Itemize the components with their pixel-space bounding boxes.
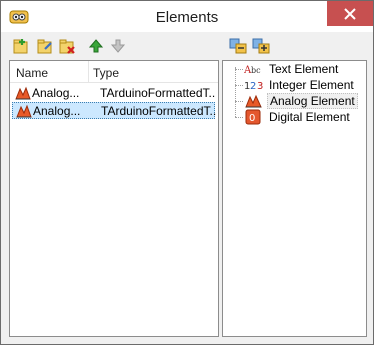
svg-text:bc: bc xyxy=(251,66,261,75)
elements-toolbar xyxy=(1,32,373,60)
tree-item-label: Analog Element xyxy=(267,93,358,109)
column-divider[interactable] xyxy=(88,61,89,83)
title-bar[interactable]: Elements xyxy=(1,1,373,32)
svg-text:0: 0 xyxy=(249,113,255,124)
delete-element-icon[interactable] xyxy=(58,37,76,55)
analog-element-icon xyxy=(15,86,31,100)
tree-item-label: Text Element xyxy=(269,62,339,76)
tree-connector xyxy=(235,117,243,118)
tree-item-label: Integer Element xyxy=(269,78,354,92)
table-row[interactable]: Analog... TArduinoFormattedT... xyxy=(12,102,216,119)
elements-window: Elements Name Type Analog... TArduinoFor… xyxy=(0,0,374,345)
analog-element-icon xyxy=(16,104,32,118)
elements-list[interactable]: Name Type Analog... TArduinoFormattedT..… xyxy=(9,60,219,337)
row-name: Analog... xyxy=(32,86,80,100)
tree-guide-line xyxy=(235,67,236,117)
move-up-icon[interactable] xyxy=(87,37,105,55)
row-type: TArduinoFormattedT... xyxy=(100,86,215,100)
row-name: Analog... xyxy=(33,104,81,118)
integer-element-icon: 1 2 3 xyxy=(244,77,264,93)
tree-item-label: Digital Element xyxy=(269,110,350,124)
svg-text:3: 3 xyxy=(257,81,263,92)
column-header-name[interactable]: Name xyxy=(16,66,48,80)
edit-element-icon[interactable] xyxy=(36,37,54,55)
table-row[interactable]: Analog... TArduinoFormattedT... xyxy=(12,85,215,102)
tree-connector xyxy=(235,69,243,70)
window-title: Elements xyxy=(155,9,219,26)
column-header-type[interactable]: Type xyxy=(93,66,119,80)
tree-connector xyxy=(235,101,243,102)
move-down-icon[interactable] xyxy=(109,37,127,55)
text-element-icon: A bc xyxy=(243,61,264,77)
close-icon xyxy=(344,7,356,20)
collapse-all-icon[interactable] xyxy=(252,37,270,55)
svg-text:2: 2 xyxy=(250,81,256,92)
row-type: TArduinoFormattedT... xyxy=(101,104,216,118)
close-button[interactable] xyxy=(327,1,373,26)
element-palette-tree[interactable]: A bc Text Element 1 2 3 Integer Element xyxy=(222,60,367,337)
expand-all-icon[interactable] xyxy=(229,37,247,55)
add-element-icon[interactable] xyxy=(12,37,30,55)
analog-element-icon xyxy=(244,93,264,109)
list-header: Name Type xyxy=(10,61,218,83)
tree-connector xyxy=(235,85,243,86)
digital-element-icon: 0 xyxy=(244,109,264,125)
